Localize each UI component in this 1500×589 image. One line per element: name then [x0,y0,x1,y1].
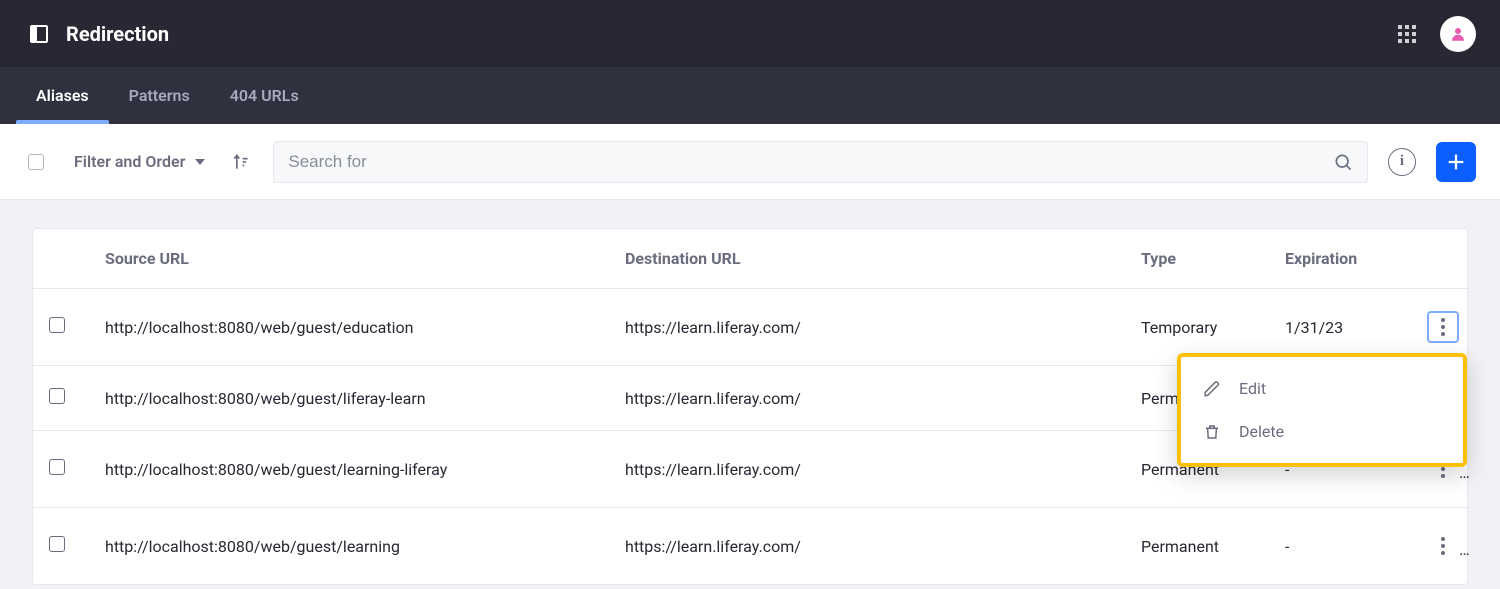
add-button[interactable] [1436,142,1476,182]
search-box[interactable] [273,141,1368,183]
sort-icon [231,152,251,172]
table-row[interactable]: http://localhost:8080/web/guest/learning… [33,508,1469,585]
col-destination-url[interactable]: Destination URL [609,229,1125,289]
panel-toggle-icon[interactable] [30,25,48,43]
tabbar: Aliases Patterns 404 URLs [0,67,1500,124]
row-actions-button[interactable] [1427,311,1459,343]
cell-expiration: - [1269,508,1411,585]
filter-order-label: Filter and Order [74,152,185,171]
col-source-url[interactable]: Source URL [89,229,609,289]
kebab-icon [1441,318,1445,336]
col-type[interactable]: Type [1125,229,1269,289]
cell-destination: https://learn.liferay.com/ [609,366,1125,431]
page-title: Redirection [66,22,169,46]
table-header-row: Source URL Destination URL Type Expirati… [33,229,1469,289]
col-expiration[interactable]: Expiration [1269,229,1411,289]
kebab-icon [1441,537,1445,555]
topbar-right [1398,16,1476,52]
tab-label: Aliases [36,86,89,105]
tab-label: Patterns [129,86,190,105]
tab-404-urls[interactable]: 404 URLs [210,67,319,124]
menu-item-label: Delete [1239,422,1284,441]
menu-item-edit[interactable]: Edit [1181,367,1463,410]
tab-patterns[interactable]: Patterns [109,67,210,124]
table-row[interactable]: http://localhost:8080/web/guest/educatio… [33,289,1469,366]
tab-label: 404 URLs [230,86,299,105]
content: Source URL Destination URL Type Expirati… [0,200,1500,589]
sort-direction-button[interactable] [229,150,253,174]
cell-source: http://localhost:8080/web/guest/educatio… [89,289,609,366]
filter-and-order-dropdown[interactable]: Filter and Order [70,152,209,171]
plus-icon [1445,151,1467,173]
select-all-checkbox[interactable] [28,154,44,170]
row-checkbox[interactable] [49,388,65,404]
cell-source: http://localhost:8080/web/guest/learning [89,508,609,585]
info-button[interactable]: i [1388,148,1416,176]
cell-destination: https://learn.liferay.com/ [609,508,1125,585]
apps-grid-icon[interactable] [1398,25,1416,43]
cell-type: Permanent [1125,508,1269,585]
cell-source: http://localhost:8080/web/guest/liferay-… [89,366,609,431]
row-actions-menu: Edit Delete [1177,353,1467,467]
topbar: Redirection [0,0,1500,67]
topbar-left: Redirection [30,22,169,46]
row-checkbox[interactable] [49,459,65,475]
trash-icon [1203,423,1221,441]
toolbar: Filter and Order i [0,124,1500,200]
search-input[interactable] [288,152,1323,172]
pencil-icon [1203,380,1221,398]
avatar[interactable] [1440,16,1476,52]
table-card: Source URL Destination URL Type Expirati… [32,228,1468,585]
user-icon [1449,25,1467,43]
cell-source: http://localhost:8080/web/guest/learning… [89,431,609,508]
row-checkbox[interactable] [49,317,65,333]
cell-destination: https://learn.liferay.com/ [609,431,1125,508]
row-actions-button[interactable] [1427,530,1459,562]
search-icon [1333,152,1353,172]
menu-item-label: Edit [1239,379,1266,398]
row-checkbox[interactable] [49,536,65,552]
tab-aliases[interactable]: Aliases [16,67,109,124]
aliases-table: Source URL Destination URL Type Expirati… [33,229,1469,584]
cell-destination: https://learn.liferay.com/ [609,289,1125,366]
chevron-down-icon [195,159,205,165]
menu-item-delete[interactable]: Delete [1181,410,1463,453]
